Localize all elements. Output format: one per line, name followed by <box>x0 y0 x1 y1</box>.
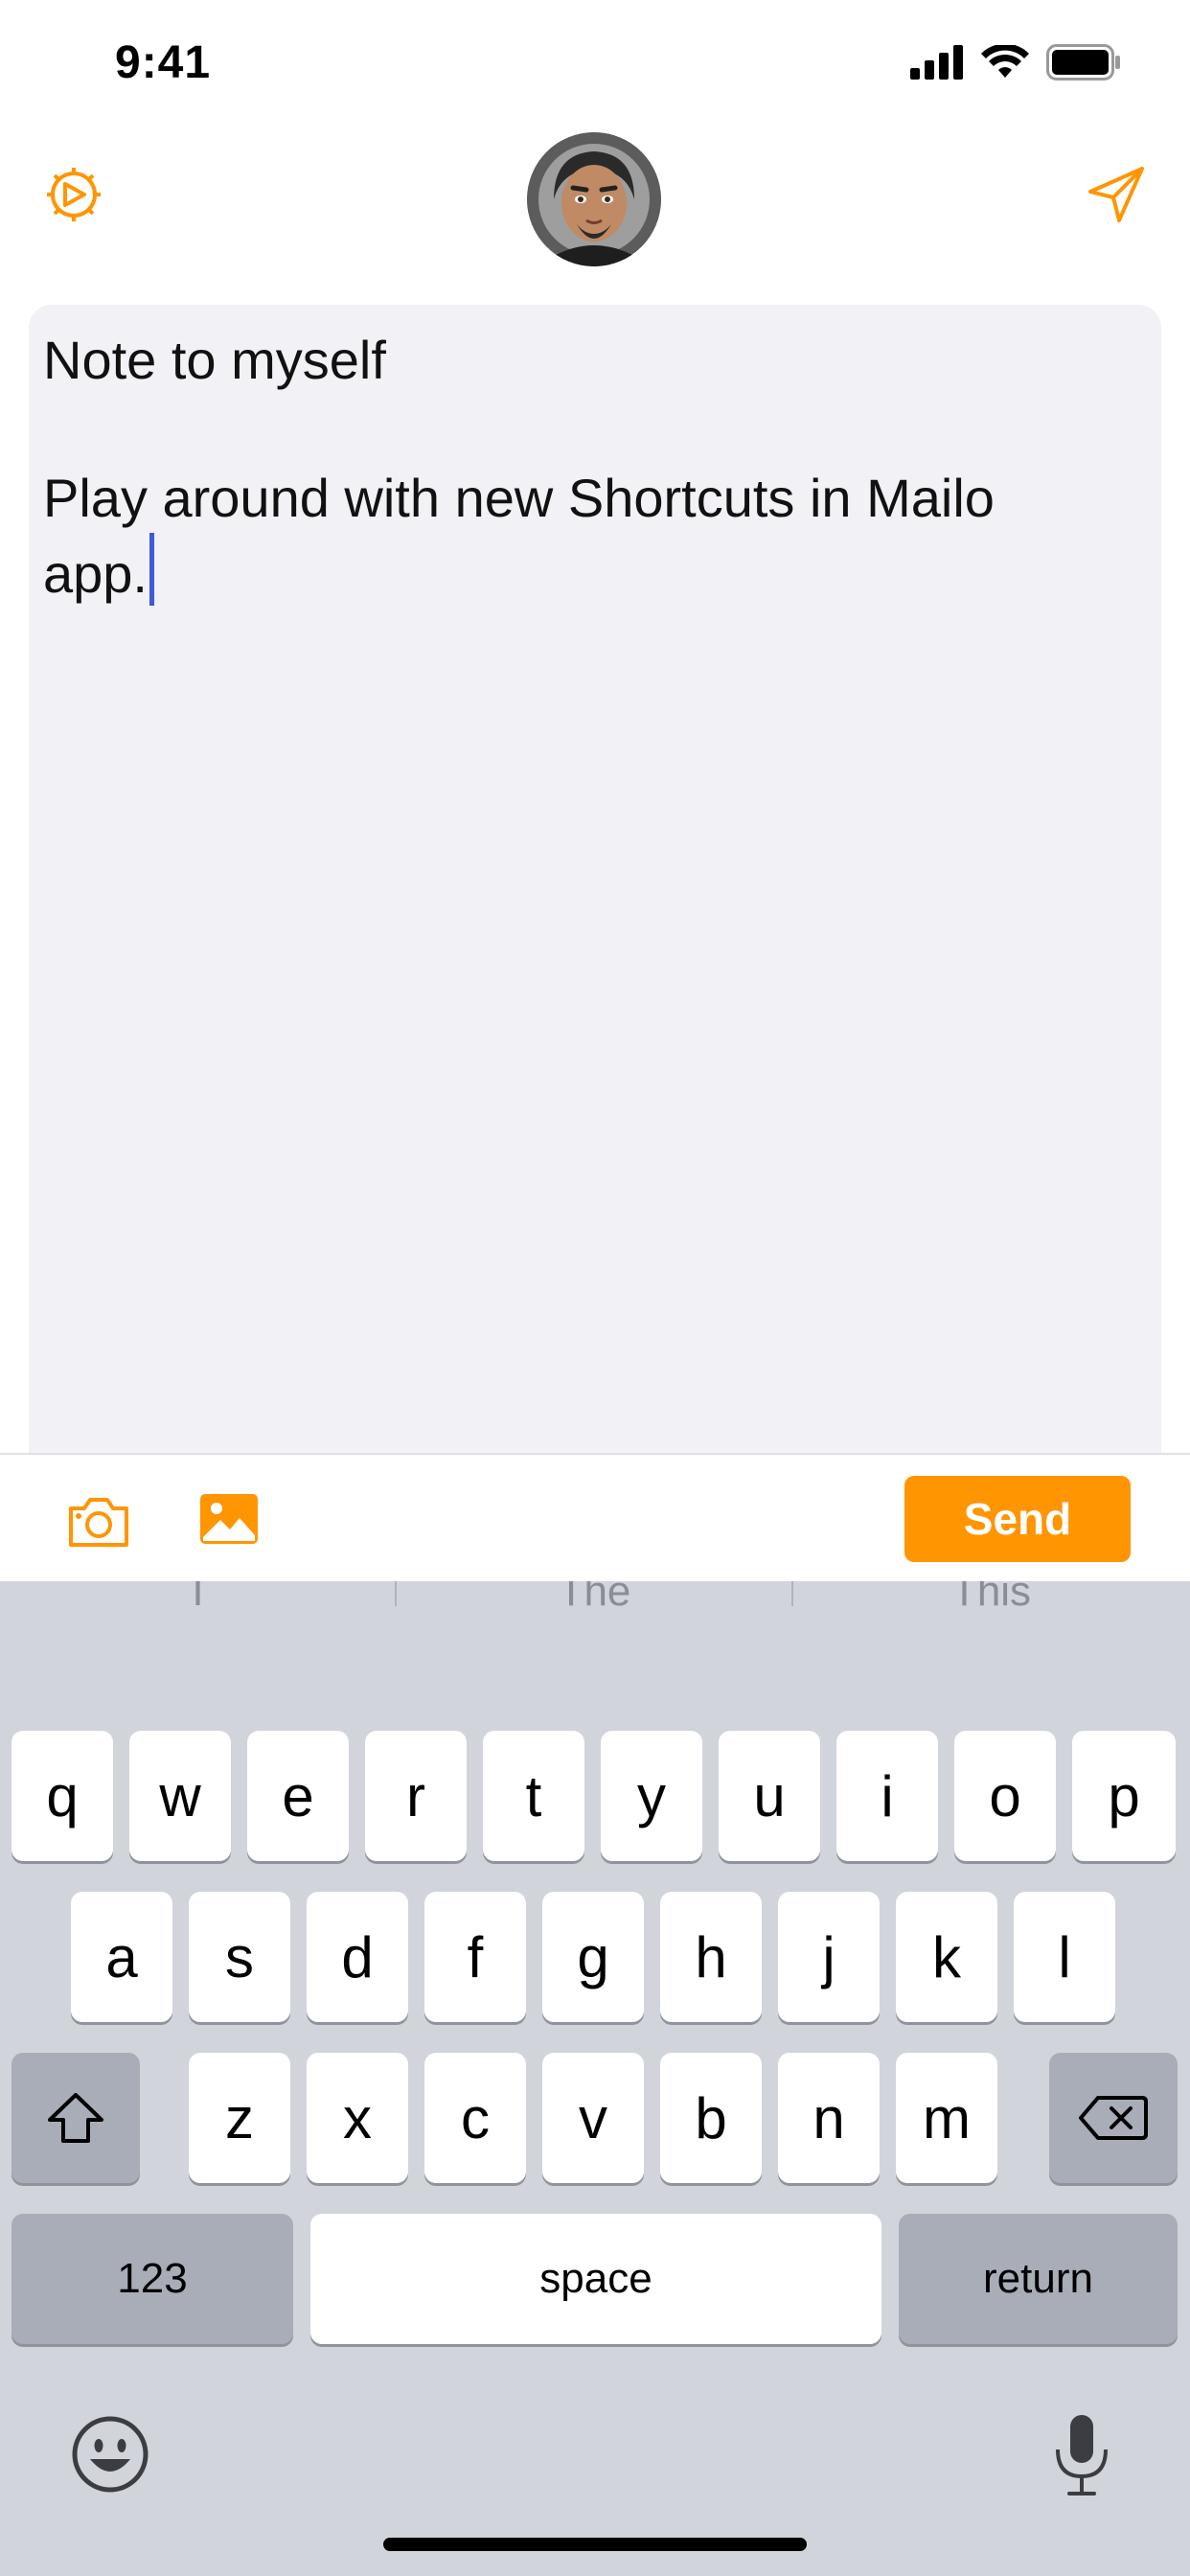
photo-library-icon[interactable] <box>197 1491 261 1547</box>
key-z[interactable]: z <box>189 2053 290 2183</box>
key-f[interactable]: f <box>424 1892 526 2022</box>
battery-icon <box>1046 44 1120 80</box>
user-avatar[interactable] <box>527 132 661 266</box>
key-b[interactable]: b <box>660 2053 762 2183</box>
delete-icon <box>1079 2096 1148 2140</box>
key-m[interactable]: m <box>896 2053 997 2183</box>
key-p[interactable]: p <box>1072 1731 1176 1861</box>
key-y[interactable]: y <box>601 1731 702 1861</box>
microphone-icon[interactable] <box>1050 2411 1113 2497</box>
key-s[interactable]: s <box>189 1892 290 2022</box>
key-h[interactable]: h <box>660 1892 762 2022</box>
status-bar: 9:41 <box>0 0 1190 125</box>
space-key[interactable]: space <box>310 2214 881 2344</box>
navigation-bar <box>0 125 1190 297</box>
paper-plane-icon[interactable] <box>1085 163 1148 226</box>
suggestion-bar: I The This <box>0 1581 1190 1620</box>
key-v[interactable]: v <box>542 2053 644 2183</box>
emoji-icon[interactable] <box>71 2415 149 2494</box>
key-i[interactable]: i <box>836 1731 938 1861</box>
message-editor[interactable]: Note to myself Play around with new Shor… <box>29 305 1161 1455</box>
suggestion-2[interactable]: The <box>397 1581 792 1616</box>
key-t[interactable]: t <box>483 1731 584 1861</box>
camera-icon[interactable] <box>67 1493 130 1549</box>
shift-icon <box>48 2093 103 2143</box>
send-button[interactable]: Send <box>904 1476 1131 1562</box>
key-u[interactable]: u <box>719 1731 820 1861</box>
key-o[interactable]: o <box>954 1731 1056 1861</box>
return-key[interactable]: return <box>899 2214 1178 2344</box>
numbers-key[interactable]: 123 <box>11 2214 293 2344</box>
avatar-face-icon <box>527 132 661 266</box>
key-a[interactable]: a <box>71 1892 172 2022</box>
message-body: Note to myself Play around with new Shor… <box>43 330 995 604</box>
key-r[interactable]: r <box>365 1731 467 1861</box>
key-d[interactable]: d <box>307 1892 408 2022</box>
suggestion-3[interactable]: This <box>793 1581 1189 1616</box>
cellular-signal-icon <box>910 45 963 80</box>
key-g[interactable]: g <box>542 1892 644 2022</box>
key-q[interactable]: q <box>11 1731 113 1861</box>
key-j[interactable]: j <box>778 1892 880 2022</box>
key-w[interactable]: w <box>129 1731 231 1861</box>
wifi-icon <box>981 45 1029 78</box>
delete-key[interactable] <box>1049 2053 1178 2183</box>
keyboard: I The This q w e r t y u i o p a s d f g… <box>0 1581 1190 2576</box>
key-n[interactable]: n <box>778 2053 880 2183</box>
status-icons <box>910 44 1123 80</box>
status-time: 9:41 <box>115 37 212 88</box>
shift-key[interactable] <box>11 2053 140 2183</box>
key-x[interactable]: x <box>307 2053 408 2183</box>
key-k[interactable]: k <box>896 1892 997 2022</box>
settings-gear-icon[interactable] <box>42 163 105 226</box>
key-l[interactable]: l <box>1014 1892 1115 2022</box>
key-c[interactable]: c <box>424 2053 526 2183</box>
suggestion-1[interactable]: I <box>0 1581 396 1616</box>
home-indicator[interactable] <box>383 2538 807 2551</box>
message-text[interactable]: Note to myself Play around with new Shor… <box>43 326 1126 609</box>
key-e[interactable]: e <box>247 1731 349 1861</box>
text-cursor <box>149 533 154 606</box>
compose-toolbar: Send <box>0 1453 1190 1583</box>
